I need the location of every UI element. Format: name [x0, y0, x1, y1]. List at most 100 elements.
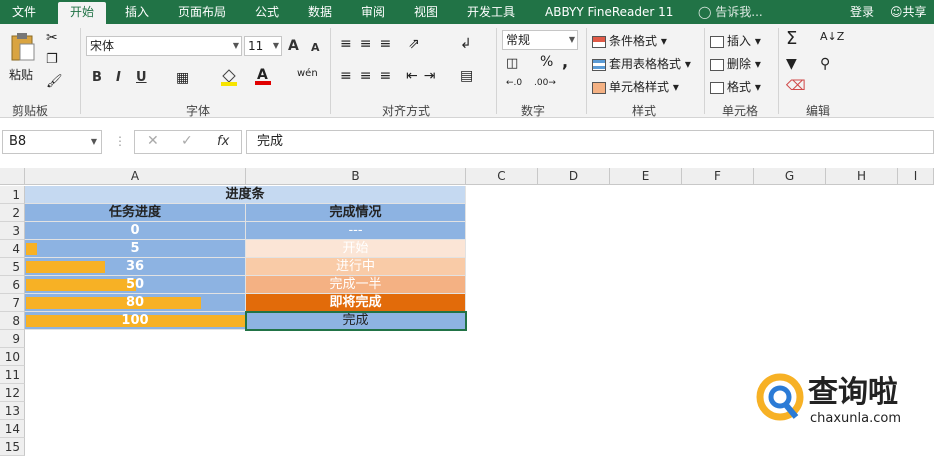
column-header-f[interactable]: F	[682, 168, 754, 185]
conditional-formatting-button[interactable]: 条件格式 ▾	[592, 32, 667, 49]
progress-cell[interactable]: 5	[25, 240, 246, 258]
format-as-table-button[interactable]: 套用表格格式 ▾	[592, 55, 691, 72]
select-all-corner[interactable]	[0, 168, 25, 185]
sheet-title-cell[interactable]: 进度条	[25, 186, 466, 204]
watermark-url: chaxunla.com	[810, 411, 901, 426]
phonetic-button[interactable]: wén	[297, 68, 318, 79]
format-painter-icon[interactable]: 🖌	[46, 74, 63, 89]
tab-home[interactable]: 开始	[58, 2, 107, 24]
percent-button[interactable]: %	[540, 54, 553, 70]
row-header[interactable]: 8	[0, 312, 25, 330]
cancel-icon[interactable]: ✕	[147, 133, 159, 149]
copy-icon[interactable]: ❐	[46, 52, 58, 67]
progress-cell[interactable]: 0	[25, 222, 246, 240]
format-cells-button[interactable]: 格式 ▾	[710, 78, 761, 95]
column-header-a[interactable]: A	[25, 168, 246, 185]
status-cell[interactable]: ---	[246, 222, 466, 240]
tab-formulas[interactable]: 公式	[255, 0, 279, 24]
column-header-d[interactable]: D	[538, 168, 610, 185]
paste-icon[interactable]	[8, 32, 36, 62]
formula-input[interactable]: 完成	[246, 130, 934, 154]
tab-insert[interactable]: 插入	[125, 0, 149, 24]
italic-button[interactable]: I	[116, 70, 121, 85]
horizontal-align-icon[interactable]: ≡≡≡	[340, 68, 399, 84]
fill-color-icon[interactable]	[220, 68, 238, 89]
name-box[interactable]: B8 ▼	[2, 130, 102, 154]
header-cell-status[interactable]: 完成情况	[246, 204, 466, 222]
tab-view[interactable]: 视图	[414, 0, 438, 24]
bold-button[interactable]: B	[92, 70, 102, 85]
status-cell[interactable]: 完成	[246, 312, 466, 330]
autosum-icon[interactable]: Σ	[786, 28, 797, 49]
row-header[interactable]: 12	[0, 384, 25, 402]
merge-center-icon[interactable]: ▤	[460, 68, 473, 84]
separator	[586, 28, 587, 114]
number-format-select[interactable]: 常规 ▼	[502, 30, 578, 50]
column-header-c[interactable]: C	[466, 168, 538, 185]
row-header[interactable]: 1	[0, 186, 25, 204]
cut-icon[interactable]: ✂	[46, 30, 58, 46]
sort-filter-icon[interactable]: A↓Z	[820, 30, 844, 43]
group-label-clipboard: 剪贴板	[12, 104, 49, 118]
increase-decimal-icon[interactable]: ←.0	[506, 78, 522, 88]
find-select-icon[interactable]: ⚲	[820, 56, 830, 72]
decrease-decimal-icon[interactable]: .00→	[534, 78, 556, 88]
vertical-align-icon[interactable]: ≡≡≡	[340, 36, 399, 52]
row-header[interactable]: 10	[0, 348, 25, 366]
row-header[interactable]: 2	[0, 204, 25, 222]
row-header[interactable]: 9	[0, 330, 25, 348]
column-header-h[interactable]: H	[826, 168, 898, 185]
indent-icon[interactable]: ⇤⇥	[406, 68, 441, 84]
confirm-icon[interactable]: ✓	[181, 133, 193, 149]
progress-cell[interactable]: 36	[25, 258, 246, 276]
tab-abbyy[interactable]: ABBYY FineReader 11	[545, 0, 673, 24]
column-header-i[interactable]: I	[898, 168, 934, 185]
column-header-e[interactable]: E	[610, 168, 682, 185]
status-cell[interactable]: 即将完成	[246, 294, 466, 312]
insert-cells-button[interactable]: 插入 ▾	[710, 32, 761, 49]
accounting-icon[interactable]: ◫	[506, 56, 518, 71]
row-header[interactable]: 5	[0, 258, 25, 276]
row-header[interactable]: 15	[0, 438, 25, 456]
underline-button[interactable]: U	[136, 70, 147, 85]
tell-me-search[interactable]: ◯ 告诉我...	[698, 0, 763, 24]
progress-cell[interactable]: 80	[25, 294, 246, 312]
shrink-font-button[interactable]: A	[311, 41, 320, 54]
comma-button[interactable]: ,	[562, 52, 568, 71]
status-cell[interactable]: 完成一半	[246, 276, 466, 294]
share-button[interactable]: ☺共享	[890, 0, 927, 24]
status-cell[interactable]: 开始	[246, 240, 466, 258]
column-header-b[interactable]: B	[246, 168, 466, 185]
progress-cell[interactable]: 50	[25, 276, 246, 294]
paste-button[interactable]: 粘贴	[9, 66, 33, 83]
progress-cell[interactable]: 100	[25, 312, 246, 330]
font-color-icon[interactable]: A	[254, 66, 272, 89]
row-header[interactable]: 6	[0, 276, 25, 294]
cell-styles-button[interactable]: 单元格样式 ▾	[592, 78, 679, 95]
tab-page-layout[interactable]: 页面布局	[178, 0, 226, 24]
row-header[interactable]: 4	[0, 240, 25, 258]
font-size-select[interactable]: 11 ▼	[244, 36, 282, 56]
login-link[interactable]: 登录	[850, 0, 874, 24]
wrap-text-icon[interactable]: ↲	[460, 36, 472, 52]
clear-icon[interactable]: ⌫	[786, 78, 806, 94]
tab-developer[interactable]: 开发工具	[467, 0, 515, 24]
column-header-g[interactable]: G	[754, 168, 826, 185]
grow-font-button[interactable]: A	[288, 38, 299, 54]
font-name-select[interactable]: 宋体 ▼	[86, 36, 242, 56]
insert-function-button[interactable]: fx	[217, 134, 229, 149]
border-icon[interactable]: ▦	[176, 70, 189, 86]
tab-data[interactable]: 数据	[308, 0, 332, 24]
orientation-icon[interactable]: ⇗	[408, 36, 420, 52]
tab-file[interactable]: 文件	[12, 0, 36, 24]
tab-review[interactable]: 审阅	[361, 0, 385, 24]
row-header[interactable]: 11	[0, 366, 25, 384]
fill-icon[interactable]: ▼	[786, 56, 797, 72]
status-cell[interactable]: 进行中	[246, 258, 466, 276]
row-header[interactable]: 14	[0, 420, 25, 438]
row-header[interactable]: 3	[0, 222, 25, 240]
row-header[interactable]: 13	[0, 402, 25, 420]
delete-cells-button[interactable]: 删除 ▾	[710, 55, 761, 72]
row-header[interactable]: 7	[0, 294, 25, 312]
header-cell-progress[interactable]: 任务进度	[25, 204, 246, 222]
